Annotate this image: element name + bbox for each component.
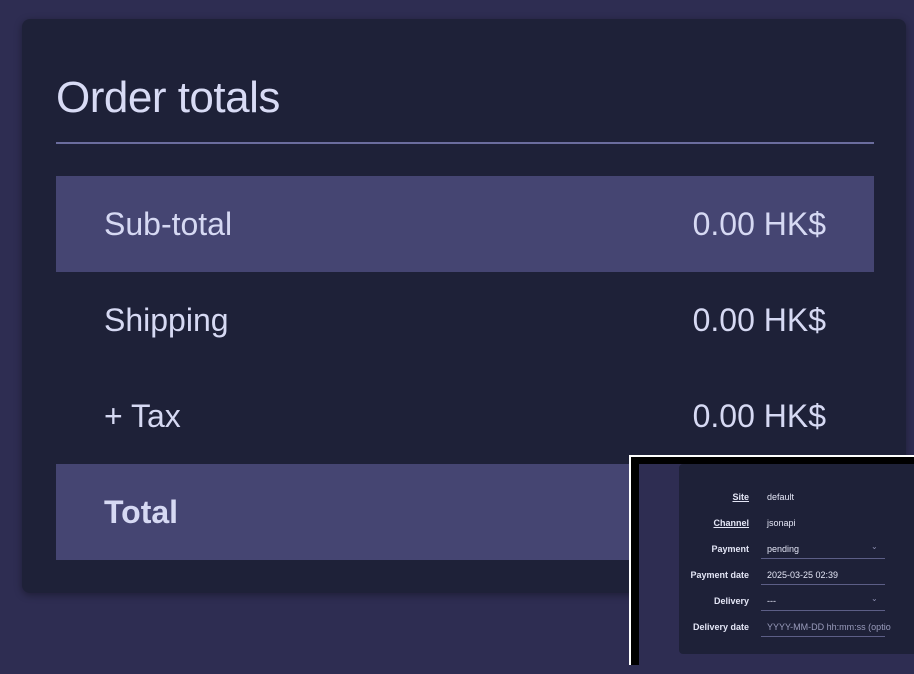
- payment-row: Payment pending ⌄: [679, 536, 914, 562]
- payment-date-label: Payment date: [690, 570, 749, 580]
- chevron-down-icon[interactable]: ⌄: [871, 542, 878, 551]
- total-label: Total: [104, 494, 179, 530]
- shipping-label: Shipping: [104, 302, 229, 338]
- inset-screenshot: Site default Channel jsonapi Payment pen…: [629, 455, 914, 674]
- payment-date-row: Payment date 2025-03-25 02:39: [679, 562, 914, 588]
- shipping-value: 0.00 HK$: [692, 302, 826, 338]
- payment-underline: [761, 558, 885, 559]
- payment-date-underline: [761, 584, 885, 585]
- delivery-select[interactable]: ---: [767, 596, 776, 606]
- subtotal-label: Sub-total: [104, 206, 233, 242]
- payment-date-input[interactable]: 2025-03-25 02:39: [767, 570, 838, 580]
- title-divider: [56, 142, 874, 144]
- page-title: Order totals: [56, 73, 280, 122]
- delivery-row: Delivery --- ⌄: [679, 588, 914, 614]
- delivery-date-input[interactable]: YYYY-MM-DD hh:mm:ss (optio: [767, 622, 891, 632]
- inset-order-details-card: Site default Channel jsonapi Payment pen…: [679, 464, 914, 654]
- site-label[interactable]: Site: [732, 492, 749, 502]
- channel-value: jsonapi: [767, 518, 796, 528]
- chevron-down-icon[interactable]: ⌄: [871, 594, 878, 603]
- payment-select[interactable]: pending: [767, 544, 799, 554]
- delivery-label: Delivery: [713, 596, 749, 606]
- delivery-date-row: Delivery date YYYY-MM-DD hh:mm:ss (optio: [679, 614, 914, 640]
- shipping-row: Shipping 0.00 HK$: [56, 272, 874, 368]
- tax-value: 0.00 HK$: [692, 398, 826, 434]
- subtotal-row: Sub-total 0.00 HK$: [56, 176, 874, 272]
- delivery-date-underline: [761, 636, 885, 637]
- delivery-underline: [761, 610, 885, 611]
- site-value: default: [767, 492, 795, 502]
- site-row: Site default: [679, 484, 914, 510]
- tax-label: + Tax: [104, 398, 181, 434]
- channel-label[interactable]: Channel: [713, 518, 749, 528]
- channel-row: Channel jsonapi: [679, 510, 914, 536]
- tax-row: + Tax 0.00 HK$: [56, 368, 874, 464]
- subtotal-value: 0.00 HK$: [692, 206, 826, 242]
- payment-label: Payment: [711, 544, 749, 554]
- delivery-date-label: Delivery date: [692, 622, 749, 632]
- inset-background: Site default Channel jsonapi Payment pen…: [639, 464, 914, 674]
